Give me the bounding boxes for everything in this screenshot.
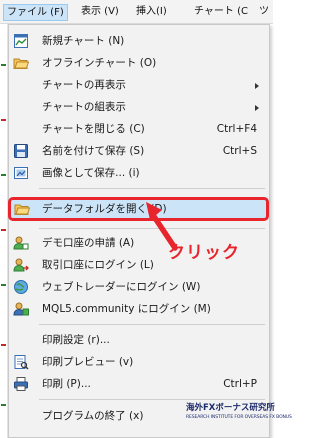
menu-tools[interactable]: ツ (256, 4, 272, 21)
watermark-subtitle: RESEARCH INSTITUTE FOR OVERSEAS FX BONUS (186, 415, 292, 420)
menu-item-label: プログラムの終了 (x) (42, 410, 144, 422)
menu-item-print[interactable]: 印刷 (P)... Ctrl+P (9, 373, 269, 395)
menu-item-label: チャートの再表示 (42, 79, 126, 91)
menu-item-label: 新規チャート (N) (42, 35, 125, 47)
menu-item-label: 画像として保存... (i) (42, 167, 140, 179)
menu-item-save-as[interactable]: 名前を付けて保存 (S) Ctrl+S (9, 140, 269, 162)
file-menu-dropdown: 新規チャート (N) オフラインチャート (O) チャートの再表示 チャートの組… (8, 24, 270, 438)
menu-item-label: デモ口座の申請 (A) (42, 237, 135, 249)
menu-item-new-chart[interactable]: 新規チャート (N) (9, 30, 269, 52)
menu-view[interactable]: 表示 (V) (78, 4, 122, 21)
menu-bar: ファイル (F) 表示 (V) 挿入(I) チャート (C ツ (0, 0, 273, 24)
background-window-edge (0, 24, 8, 438)
menu-item-label: MQL5.community にログイン (M) (42, 303, 211, 315)
menu-item-shortcut: Ctrl+F4 (216, 123, 257, 135)
menu-item-shortcut: Ctrl+P (223, 378, 257, 390)
menu-item-print-preview[interactable]: 印刷プレビュー (v) (9, 351, 269, 373)
menu-item-label: 取引口座にログイン (L) (42, 259, 154, 271)
menu-separator (39, 324, 265, 325)
menu-separator (39, 399, 265, 400)
folder-icon (14, 204, 30, 215)
print-icon (14, 377, 28, 391)
save-icon (14, 144, 28, 158)
menu-file[interactable]: ファイル (F) (3, 4, 68, 21)
demo-account-icon (13, 236, 29, 250)
menu-item-mql5-login[interactable]: MQL5.community にログイン (M) (9, 298, 269, 320)
web-trader-icon (14, 280, 28, 294)
watermark-title: 海外FXボーナス研究所 (186, 403, 275, 413)
menu-item-label: 印刷 (P)... (42, 378, 91, 390)
menu-separator (39, 188, 265, 189)
new-chart-icon (14, 34, 28, 48)
submenu-arrow-icon (255, 83, 259, 89)
mql5-icon (13, 302, 29, 316)
menu-item-label: 印刷プレビュー (v) (42, 356, 134, 368)
print-preview-icon (14, 355, 29, 370)
menu-chart[interactable]: チャート (C (191, 4, 251, 21)
menu-item-close-chart[interactable]: チャートを閉じる (C) Ctrl+F4 (9, 118, 269, 140)
open-folder-icon (13, 58, 29, 69)
site-watermark: 海外FXボーナス研究所 RESEARCH INSTITUTE FOR OVERS… (186, 403, 292, 422)
menu-insert[interactable]: 挿入(I) (133, 4, 170, 21)
menu-item-label: オフラインチャート (O) (42, 57, 157, 69)
menu-item-label: ウェブトレーダーにログイン (W) (42, 281, 201, 293)
trade-login-icon (13, 258, 29, 272)
submenu-arrow-icon (255, 105, 259, 111)
image-save-icon (14, 167, 28, 179)
menu-item-label: チャートを閉じる (C) (42, 123, 145, 135)
menu-item-offline-chart[interactable]: オフラインチャート (O) (9, 52, 269, 74)
menu-item-web-trader-login[interactable]: ウェブトレーダーにログイン (W) (9, 276, 269, 298)
menu-item-label: チャートの組表示 (42, 101, 126, 113)
menu-item-chart-set[interactable]: チャートの組表示 (9, 96, 269, 118)
menu-item-label: 名前を付けて保存 (S) (42, 145, 145, 157)
menu-item-shortcut: Ctrl+S (222, 145, 257, 157)
menu-item-save-as-image[interactable]: 画像として保存... (i) (9, 162, 269, 184)
menu-item-chart-redisplay[interactable]: チャートの再表示 (9, 74, 269, 96)
menu-item-open-data-folder[interactable]: データフォルダを開く (D) (8, 197, 269, 221)
click-callout-text: クリック (168, 243, 240, 263)
menu-item-label: 印刷設定 (r)... (42, 334, 110, 346)
menu-item-print-setup[interactable]: 印刷設定 (r)... (9, 329, 269, 351)
